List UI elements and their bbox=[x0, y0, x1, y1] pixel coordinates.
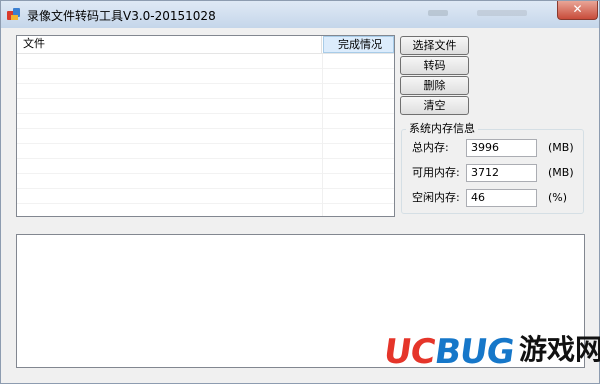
list-row bbox=[17, 189, 394, 204]
available-memory-unit: (MB) bbox=[548, 166, 574, 179]
client-area: 文件 完成情况 选择文件 转码 删除 清空 系统内存信息 总内存: 3996 (… bbox=[1, 28, 600, 383]
file-list-body[interactable] bbox=[17, 54, 394, 216]
select-file-button[interactable]: 选择文件 bbox=[400, 36, 469, 55]
free-memory-label: 空闲内存: bbox=[412, 191, 460, 204]
file-list-header: 文件 完成情况 bbox=[17, 36, 394, 54]
list-row bbox=[17, 159, 394, 174]
app-window: 录像文件转码工具V3.0-20151028 ✕ 文件 完成情况 选择文件 转码 … bbox=[0, 0, 600, 384]
list-row bbox=[17, 99, 394, 114]
watermark-uc-text: UC bbox=[381, 332, 438, 372]
close-button[interactable]: ✕ bbox=[557, 1, 598, 20]
available-memory-field[interactable]: 3712 bbox=[466, 164, 537, 182]
total-memory-unit: (MB) bbox=[548, 141, 574, 154]
column-header-status[interactable]: 完成情况 bbox=[323, 36, 394, 53]
list-row bbox=[17, 114, 394, 129]
transcode-button[interactable]: 转码 bbox=[400, 56, 469, 75]
list-row bbox=[17, 84, 394, 99]
list-row bbox=[17, 54, 394, 69]
available-memory-label: 可用内存: bbox=[412, 166, 460, 179]
column-header-file[interactable]: 文件 bbox=[17, 36, 322, 53]
ucbug-watermark-logo: UCBUG 游戏网 bbox=[381, 328, 600, 372]
watermark-cn-text: 游戏网 bbox=[519, 333, 600, 366]
app-icon bbox=[7, 7, 21, 21]
close-icon: ✕ bbox=[572, 2, 583, 16]
list-row bbox=[17, 69, 394, 84]
list-row bbox=[17, 144, 394, 159]
window-title: 录像文件转码工具V3.0-20151028 bbox=[27, 9, 216, 23]
clear-button[interactable]: 清空 bbox=[400, 96, 469, 115]
title-bar[interactable]: 录像文件转码工具V3.0-20151028 ✕ bbox=[1, 1, 599, 28]
watermark-bug-text: BUG bbox=[431, 332, 516, 372]
blurred-background-text bbox=[428, 10, 448, 16]
free-memory-unit: (%) bbox=[548, 191, 568, 204]
blurred-background-text bbox=[477, 10, 527, 16]
column-divider bbox=[322, 54, 323, 216]
delete-button[interactable]: 删除 bbox=[400, 76, 469, 95]
total-memory-label: 总内存: bbox=[412, 141, 449, 154]
list-row bbox=[17, 129, 394, 144]
total-memory-field[interactable]: 3996 bbox=[466, 139, 537, 157]
free-memory-field[interactable]: 46 bbox=[466, 189, 537, 207]
list-row bbox=[17, 174, 394, 189]
memory-info-group-title: 系统内存信息 bbox=[406, 123, 478, 135]
file-list[interactable]: 文件 完成情况 bbox=[16, 35, 395, 217]
